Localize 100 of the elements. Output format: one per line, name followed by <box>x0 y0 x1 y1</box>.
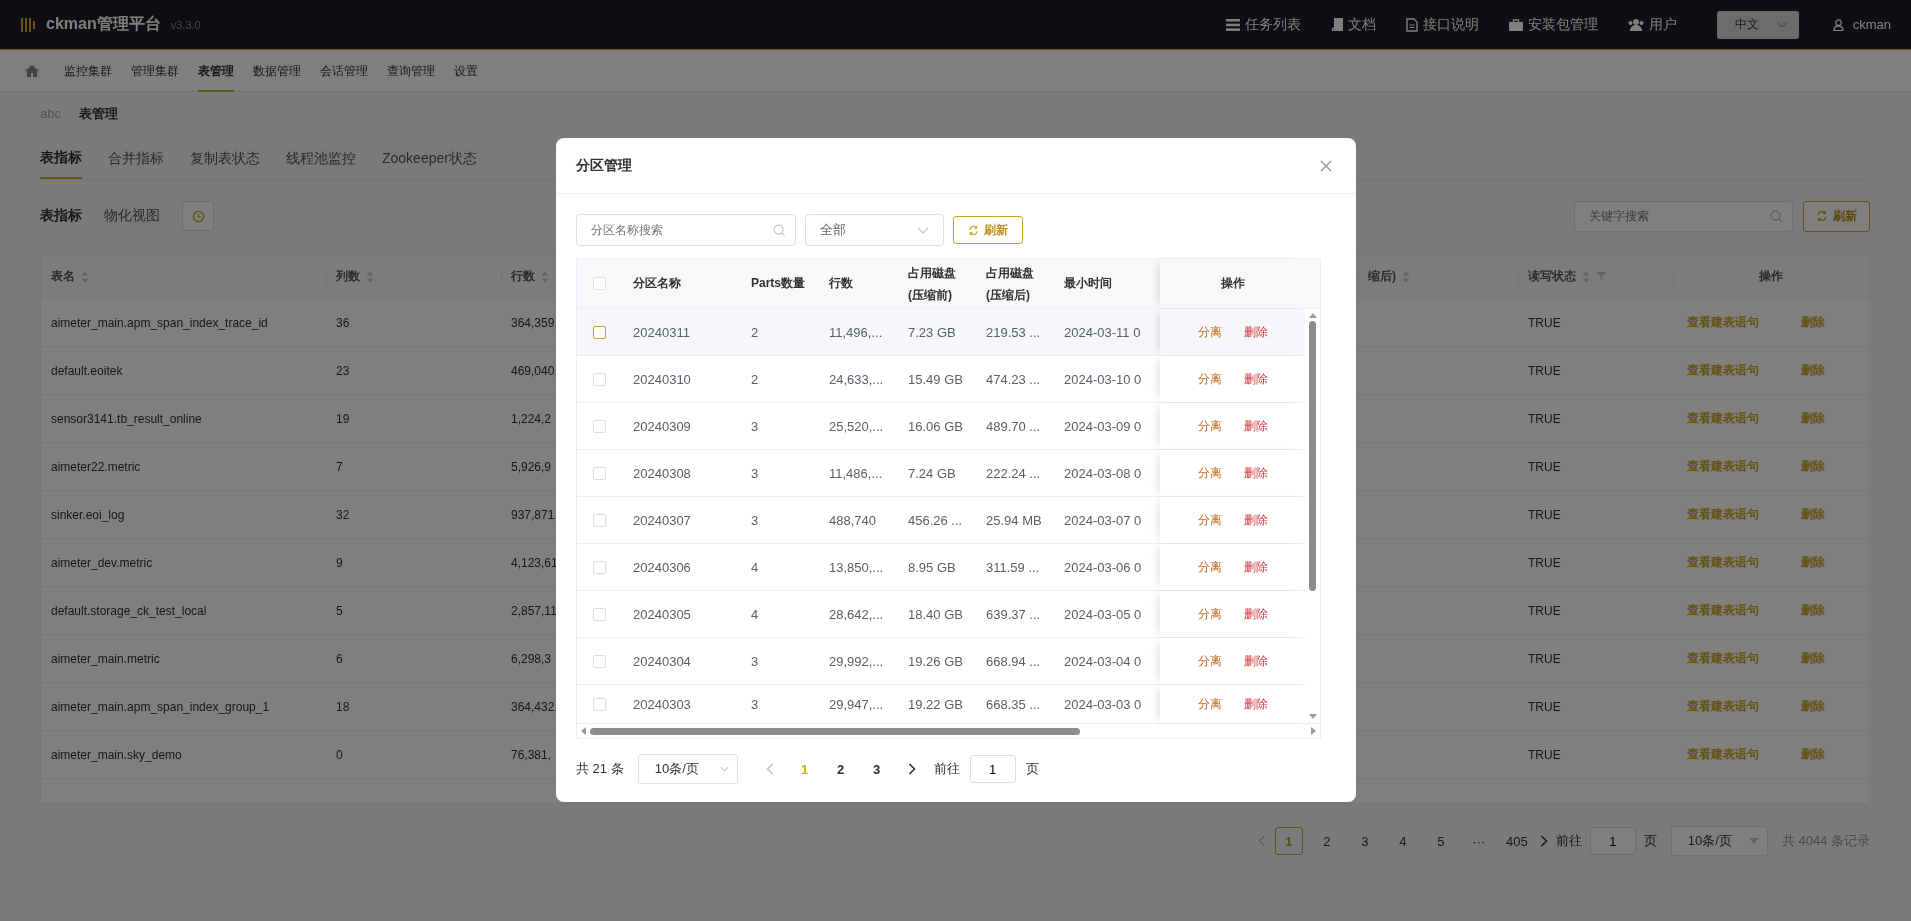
page-size-select[interactable]: 10条/页 <box>1670 826 1768 856</box>
page-number[interactable]: 3 <box>1350 827 1379 855</box>
tab[interactable]: 表指标 <box>40 135 82 179</box>
module-tab[interactable]: 监控集群 <box>64 49 112 92</box>
scroll-down-icon[interactable] <box>1308 714 1317 719</box>
filter-select[interactable]: 全部 <box>805 214 944 246</box>
sort-icon[interactable] <box>1402 270 1410 283</box>
action-link[interactable]: 删除 <box>1243 695 1268 713</box>
table-row[interactable]: 20240306 4 13,850,... 8.95 GB 311.59 ... 2024-03-06 0 分离 删除 <box>577 544 1305 591</box>
sort-icon[interactable] <box>541 270 549 283</box>
row-checkbox[interactable] <box>592 325 606 339</box>
table-cell: 3 <box>751 418 759 434</box>
scroll-left-icon[interactable] <box>581 727 586 735</box>
nav-link[interactable]: 安装包管理 <box>1508 15 1598 34</box>
page-input[interactable]: 1 <box>969 755 1016 783</box>
list-icon <box>1225 18 1240 31</box>
action-link[interactable]: 删除 <box>1243 370 1268 388</box>
module-tab[interactable]: 表管理 <box>198 49 234 92</box>
action-link[interactable]: 分离 <box>1197 652 1222 670</box>
refresh-button[interactable]: 刷新 <box>953 216 1023 244</box>
table-cell: aimeter_main.apm_span_index_group_1 <box>51 699 270 714</box>
table-cell: 19.22 GB <box>908 696 963 712</box>
table-cell: 474.23 ... <box>986 371 1041 387</box>
table-cell: 6 <box>336 651 343 666</box>
action-link[interactable]: 删除 <box>1243 605 1268 623</box>
tab[interactable]: 线程池监控 <box>286 135 356 179</box>
page-size-select[interactable]: 10条/页 <box>637 754 738 784</box>
page-number[interactable]: ··· <box>1464 827 1493 855</box>
sort-icon[interactable] <box>81 270 89 283</box>
select-all-checkbox[interactable] <box>592 277 606 290</box>
scroll-right-icon[interactable] <box>1311 727 1316 735</box>
module-tab[interactable]: 数据管理 <box>253 49 301 92</box>
caret-icon <box>1776 21 1787 28</box>
history-button[interactable] <box>182 201 214 231</box>
table-row[interactable]: 20240308 3 11,486,... 7.24 GB 222.24 ... 2024-03-08 0 分离 删除 <box>577 450 1305 497</box>
table-row[interactable]: 20240309 3 25,520,... 16.06 GB 489.70 ... 2024-03-09 0 分离 删除 <box>577 403 1305 450</box>
action-link[interactable]: 分离 <box>1197 464 1222 482</box>
column-header: 操作 <box>1759 268 1783 285</box>
action-link[interactable]: 删除 <box>1243 652 1268 670</box>
action-link[interactable]: 分离 <box>1197 695 1222 713</box>
tab[interactable]: Zookeeper状态 <box>382 135 477 179</box>
action-link[interactable]: 删除 <box>1243 417 1268 435</box>
action-link[interactable]: 分离 <box>1197 323 1222 341</box>
partition-search-field[interactable]: 分区名称搜索 <box>576 214 796 246</box>
refresh-button[interactable]: 刷新 <box>1803 200 1870 232</box>
page-number[interactable]: 4 <box>1388 827 1417 855</box>
column-header: 行数 <box>829 275 853 292</box>
filter-icon[interactable] <box>1596 271 1607 282</box>
table-row[interactable]: 20240303 3 29,947,... 19.22 GB 668.35 ... 2024-03-03 0 分离 删除 <box>577 685 1305 723</box>
user-menu[interactable]: ckman <box>1832 17 1891 32</box>
close-icon[interactable] <box>1320 159 1332 172</box>
nav-link[interactable]: 任务列表 <box>1225 15 1301 34</box>
language-select[interactable]: 中文 <box>1716 10 1799 39</box>
table-cell: aimeter_main.apm_span_index_trace_id <box>51 315 268 330</box>
document-icon <box>1405 17 1418 32</box>
action-link[interactable]: 分离 <box>1197 558 1222 576</box>
scroll-up-icon[interactable] <box>1308 313 1317 318</box>
sort-icon[interactable] <box>1582 270 1590 283</box>
page-number[interactable]: 5 <box>1426 827 1455 855</box>
module-tab[interactable]: 设置 <box>454 49 478 92</box>
users-icon <box>1627 18 1644 31</box>
page-number[interactable]: 2 <box>827 761 854 777</box>
table-row[interactable]: 20240304 3 29,992,... 19.26 GB 668.94 ... 2024-03-04 0 分离 删除 <box>577 638 1305 685</box>
table-row[interactable]: 20240310 2 24,633,... 15.49 GB 474.23 ... 2024-03-10 0 分离 删除 <box>577 356 1305 403</box>
action-link[interactable]: 删除 <box>1243 323 1268 341</box>
table-row[interactable]: 20240307 3 488,740 456.26 ... 25.94 MB 2024-03-07 0 分离 删除 <box>577 497 1305 544</box>
page-number[interactable]: 405 <box>1502 827 1531 855</box>
next-page-icon[interactable] <box>907 763 916 775</box>
nav-link[interactable]: 接口说明 <box>1405 15 1479 34</box>
nav-link[interactable]: 文档 <box>1330 15 1376 34</box>
page-number[interactable]: 3 <box>863 761 890 777</box>
action-link[interactable]: 分离 <box>1197 605 1222 623</box>
module-tab[interactable]: 管理集群 <box>131 49 179 92</box>
page-number[interactable]: 2 <box>1312 827 1341 855</box>
action-link[interactable]: 分离 <box>1197 417 1222 435</box>
table-row[interactable]: 20240305 4 28,642,... 18.40 GB 639.37 ... 2024-03-05 0 分离 删除 <box>577 591 1305 638</box>
home-icon[interactable] <box>25 64 39 77</box>
scrollbar-thumb[interactable] <box>1309 321 1316 591</box>
action-link[interactable]: 删除 <box>1243 511 1268 529</box>
page-number[interactable]: 1 <box>791 761 818 777</box>
view-tab[interactable]: 表指标 <box>40 207 82 225</box>
table-row[interactable]: 20240311 2 11,496,... 7.23 GB 219.53 ... 2024-03-11 0 分离 删除 <box>577 309 1305 356</box>
tab[interactable]: 复制表状态 <box>190 135 260 179</box>
module-tab[interactable]: 会话管理 <box>320 49 368 92</box>
module-tab[interactable]: 查询管理 <box>387 49 435 92</box>
user-icon <box>1832 18 1844 31</box>
table-cell: aimeter_dev.metric <box>51 555 153 570</box>
page-input[interactable]: 1 <box>1589 827 1636 855</box>
action-link[interactable]: 分离 <box>1197 370 1222 388</box>
table-cell: TRUE <box>1528 603 1561 618</box>
sort-icon[interactable] <box>366 270 374 283</box>
action-link[interactable]: 删除 <box>1243 464 1268 482</box>
tab[interactable]: 合并指标 <box>108 135 164 179</box>
scrollbar-thumb[interactable] <box>590 727 1080 735</box>
view-tab[interactable]: 物化视图 <box>104 207 160 225</box>
nav-link[interactable]: 用户 <box>1627 15 1677 34</box>
action-link[interactable]: 删除 <box>1243 558 1268 576</box>
keyword-search-field[interactable]: 关键字搜索 <box>1574 200 1793 232</box>
table-cell: 9 <box>336 555 343 570</box>
action-link[interactable]: 分离 <box>1197 511 1222 529</box>
